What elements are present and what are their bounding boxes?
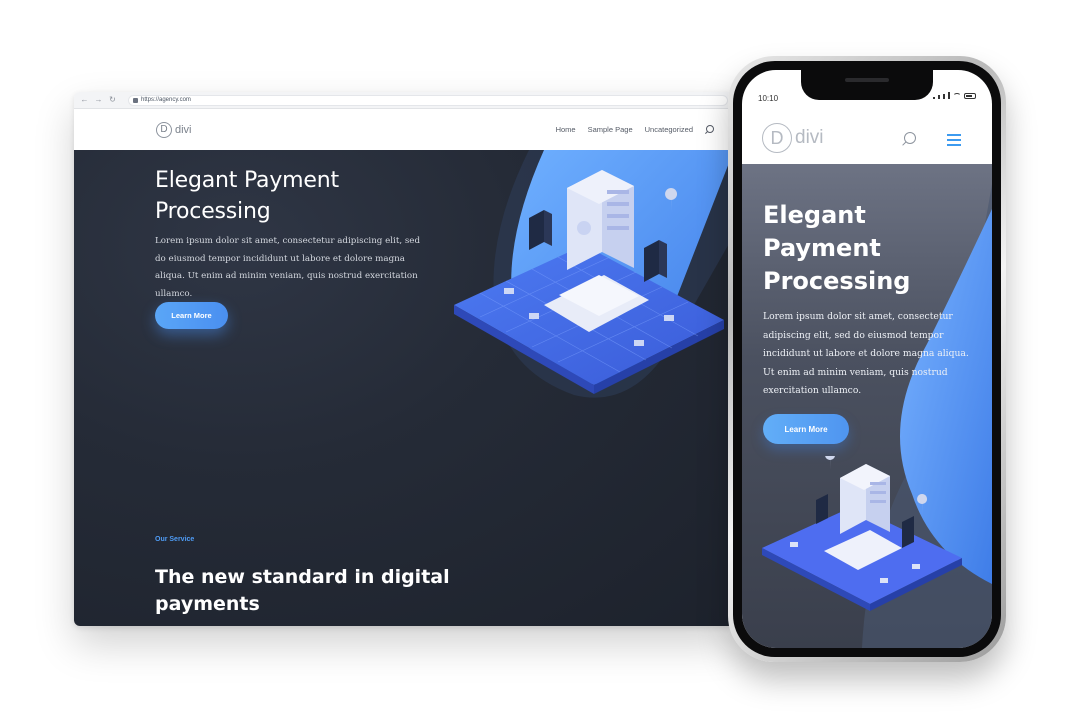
service-title: The new standard in digital payments	[155, 566, 450, 615]
mobile-logo[interactable]: D divi	[762, 123, 824, 153]
hero-description: Lorem ipsum dolor sit amet, consectetur …	[155, 236, 421, 299]
status-icons	[933, 92, 976, 99]
mobile-hero-title: Elegant Payment Processing	[763, 201, 911, 295]
address-bar[interactable]: https://agency.com	[128, 94, 728, 106]
logo-text: divi	[175, 123, 192, 136]
phone-bezel: 10:10 D divi Elegant Payment Processing …	[733, 61, 1001, 657]
search-icon[interactable]	[705, 125, 714, 134]
phone-screen: 10:10 D divi Elegant Payment Processing …	[742, 70, 992, 648]
hero-section: Elegant Payment Processing Lorem ipsum d…	[74, 150, 734, 626]
nav-sample-page[interactable]: Sample Page	[588, 125, 633, 134]
signal-icon	[938, 95, 940, 99]
signal-icon	[943, 93, 945, 99]
learn-more-button[interactable]: Learn More	[155, 302, 228, 329]
logo-text: divi	[795, 127, 824, 148]
mobile-header: D divi	[742, 108, 992, 164]
hamburger-menu-icon[interactable]	[947, 134, 961, 149]
signal-icon	[933, 96, 935, 99]
nav-home[interactable]: Home	[556, 125, 576, 134]
phone-notch	[801, 70, 933, 100]
desktop-browser-mockup: ← → ↻ https://agency.com D divi Home Sam…	[74, 92, 734, 626]
mobile-hero-section: Elegant Payment Processing Lorem ipsum d…	[742, 164, 992, 648]
mobile-learn-more-button[interactable]: Learn More	[763, 414, 849, 444]
site-logo[interactable]: D divi	[156, 121, 192, 138]
wifi-icon	[953, 92, 961, 99]
browser-toolbar: ← → ↻ https://agency.com	[74, 92, 734, 109]
logo-mark: D	[156, 121, 172, 138]
hero-illustration	[454, 150, 734, 398]
site-header: D divi Home Sample Page Uncategorized	[74, 109, 734, 150]
mobile-hero-illustration	[762, 456, 962, 611]
signal-icon	[948, 92, 950, 99]
reload-icon[interactable]: ↻	[108, 96, 117, 104]
forward-icon[interactable]: →	[94, 96, 103, 104]
main-nav: Home Sample Page Uncategorized	[556, 109, 714, 150]
logo-mark: D	[762, 123, 792, 153]
phone-mockup: 10:10 D divi Elegant Payment Processing …	[728, 56, 1006, 662]
nav-uncategorized[interactable]: Uncategorized	[645, 125, 693, 134]
speaker-grille	[845, 78, 889, 82]
mobile-hero-description: Lorem ipsum dolor sit amet, consectetur …	[763, 311, 969, 396]
status-time: 10:10	[758, 94, 779, 103]
back-icon[interactable]: ←	[80, 96, 89, 104]
showcase-stage: ← → ↻ https://agency.com D divi Home Sam…	[0, 0, 1080, 720]
battery-icon	[964, 92, 976, 99]
url-text: https://agency.com	[141, 97, 191, 103]
lock-icon	[133, 97, 138, 103]
hero-title: Elegant Payment Processing	[155, 168, 339, 224]
service-eyebrow: Our Service	[155, 536, 195, 543]
search-icon[interactable]	[902, 132, 916, 146]
